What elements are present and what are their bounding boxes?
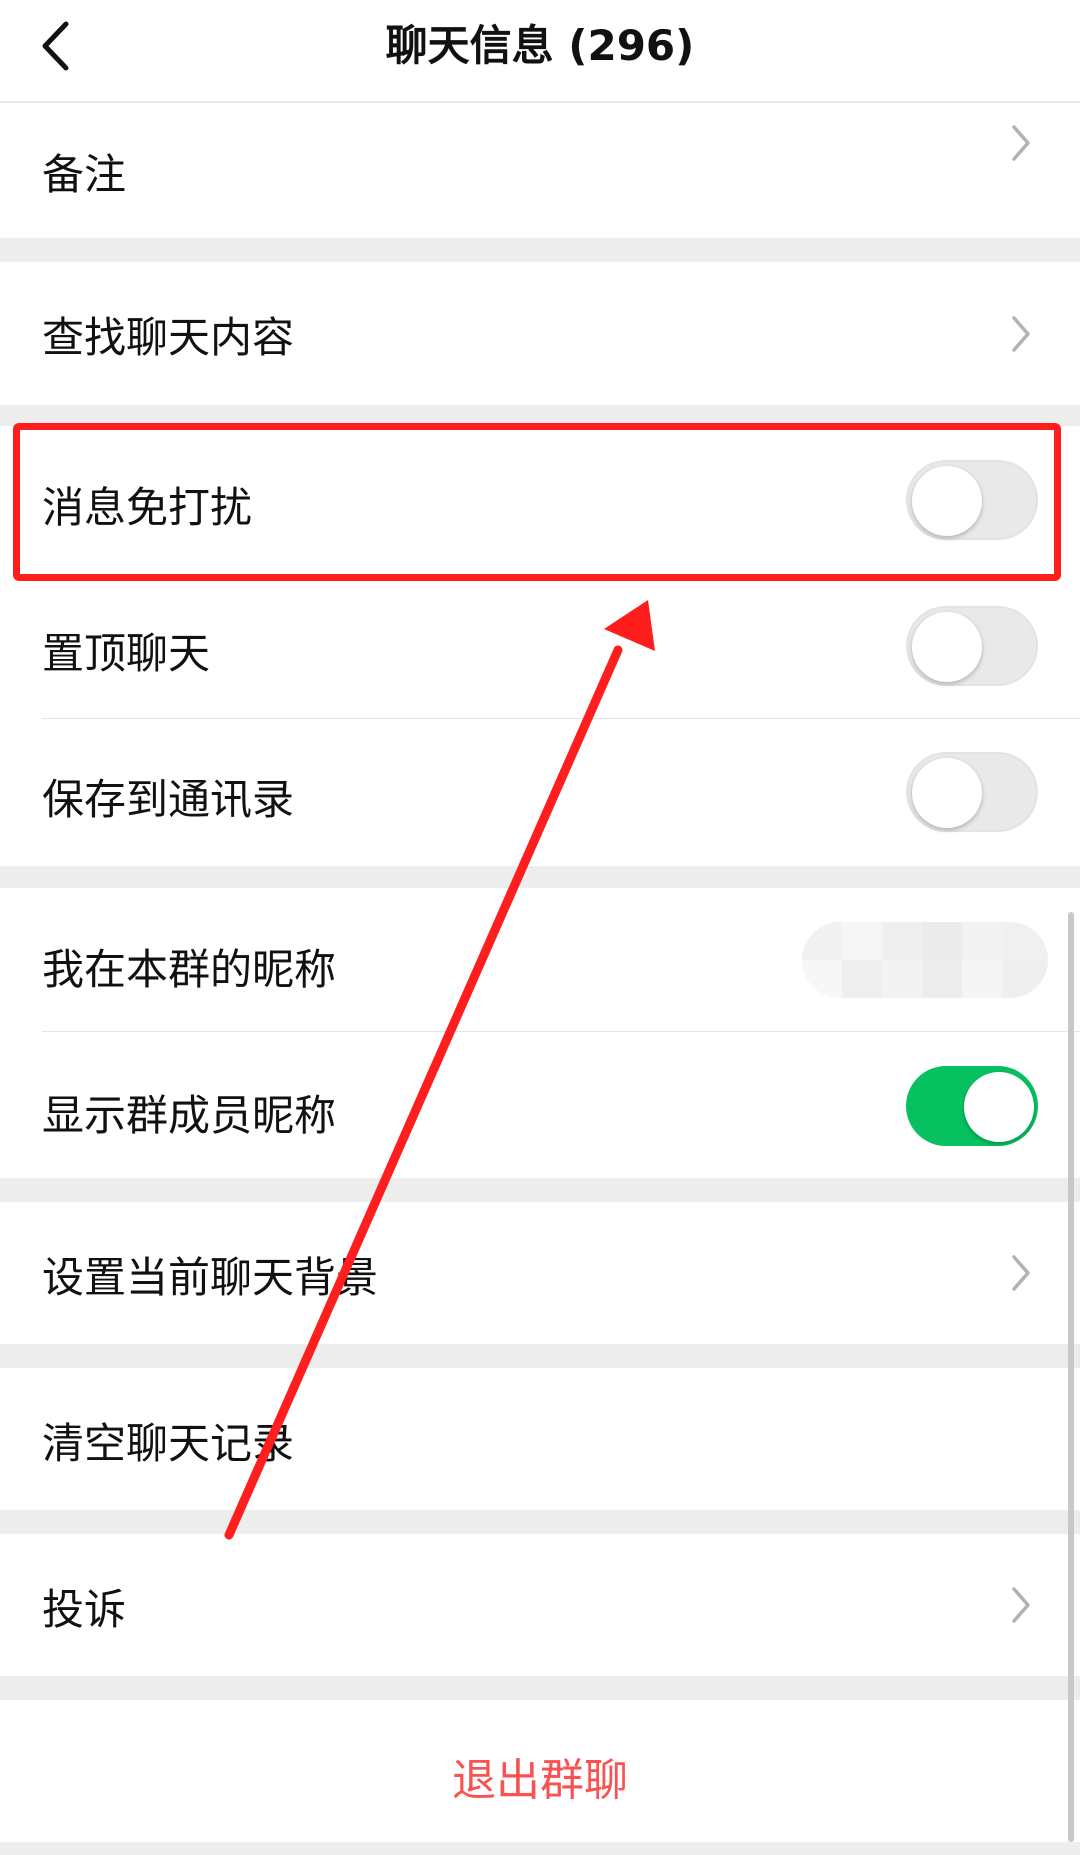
switch-knob [912, 612, 982, 682]
page-title: 聊天信息 (296) [385, 21, 695, 70]
cell-remark-label: 备注 [42, 150, 127, 199]
highlight-box-annotation [13, 423, 1061, 581]
sticky-on-top-switch[interactable] [906, 606, 1038, 686]
show-member-nicknames-switch[interactable] [906, 1066, 1038, 1146]
row-divider [42, 718, 1080, 719]
chevron-right-icon [1012, 316, 1030, 352]
row-divider [42, 1031, 1080, 1032]
blurred-nickname-value[interactable] [802, 922, 1048, 998]
chevron-right-icon [1012, 1255, 1030, 1291]
save-to-contacts-switch[interactable] [906, 752, 1038, 832]
cell-clear-history-label: 清空聊天记录 [42, 1419, 295, 1468]
cell-chat-background[interactable]: 设置当前聊天背景 [0, 1202, 1080, 1344]
cell-report[interactable]: 投诉 [0, 1534, 1080, 1676]
exit-group-button[interactable]: 退出群聊 [0, 1700, 1080, 1842]
scrollbar[interactable] [1068, 912, 1074, 1842]
cell-search-chat-label: 查找聊天内容 [42, 313, 295, 362]
cell-show-nicknames-label: 显示群成员昵称 [42, 1091, 337, 1140]
cell-my-nickname-label: 我在本群的昵称 [42, 945, 337, 994]
cell-search-chat[interactable]: 查找聊天内容 [0, 262, 1080, 405]
chevron-right-icon [1012, 125, 1030, 161]
exit-group-label: 退出群聊 [452, 1755, 628, 1806]
cell-chat-background-label: 设置当前聊天背景 [42, 1253, 379, 1302]
cell-report-label: 投诉 [42, 1585, 127, 1634]
chevron-right-icon [1012, 1587, 1030, 1623]
switch-knob [964, 1072, 1034, 1142]
switch-knob [912, 758, 982, 828]
cell-remark[interactable]: 备注 [0, 103, 1080, 238]
cell-sticky-label: 置顶聊天 [42, 629, 211, 678]
navigation-bar: 聊天信息 (296) [0, 0, 1080, 102]
cell-clear-history[interactable]: 清空聊天记录 [0, 1368, 1080, 1510]
cell-save-contacts-label: 保存到通讯录 [42, 775, 295, 824]
